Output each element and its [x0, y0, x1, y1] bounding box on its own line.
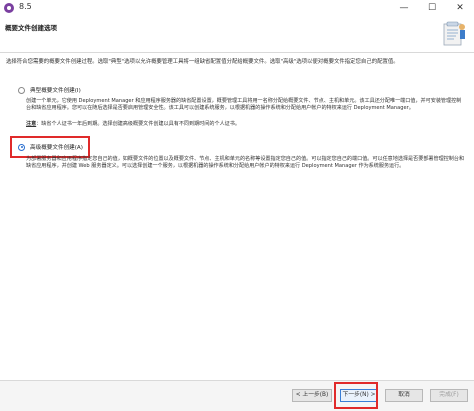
maximize-button[interactable]: ☐ — [418, 0, 446, 16]
button-bar: < 上一步(B) 下一步(N) > 取消 完成(F) — [0, 380, 474, 411]
typical-radio[interactable] — [18, 86, 25, 94]
window-title: 8.5 — [19, 2, 32, 11]
intro-text: 选择符合您需要的概要文件创建过程。选取"典型"选项以允许概要管理工具将一组缺省配… — [6, 59, 399, 65]
note-label: 注意 — [26, 121, 37, 127]
highlight-box-advanced — [10, 136, 90, 158]
minimize-button[interactable]: — — [390, 0, 418, 16]
app-icon — [4, 3, 14, 13]
finish-button[interactable]: 完成(F) — [430, 389, 468, 402]
page-title: 概要文件创建选项 — [5, 24, 57, 32]
wizard-header: 概要文件创建选项 — [0, 16, 474, 53]
note-text: ：缺省个人证书一年后到期。选择创建高级概要文件创建以具有不同到期时间的个人证书。 — [36, 121, 240, 127]
advanced-description: 为部署服务器和应用程序指定您自己的值，如概要文件的位置以及概要文件、节点、主机和… — [26, 156, 465, 170]
typical-description: 创建一个单元，它使用 Deployment Manager 和应用程序服务器的缺… — [26, 98, 462, 112]
typical-note: 注意：缺省个人证书一年后到期。选择创建高级概要文件创建以具有不同到期时间的个人证… — [26, 121, 466, 128]
typical-label: 典型概要文件创建(I) — [30, 88, 81, 94]
close-button[interactable]: ✕ — [446, 0, 474, 16]
wizard-graphic-icon — [443, 21, 465, 46]
cancel-button[interactable]: 取消 — [385, 389, 423, 402]
wizard-content: 选择符合您需要的概要文件创建过程。选取"典型"选项以允许概要管理工具将一组缺省配… — [0, 53, 474, 380]
back-button[interactable]: < 上一步(B) — [292, 389, 332, 402]
typical-option[interactable]: 典型概要文件创建(I) — [18, 86, 81, 94]
title-bar: 8.5 — ☐ ✕ — [0, 0, 474, 16]
highlight-box-next — [334, 382, 378, 409]
